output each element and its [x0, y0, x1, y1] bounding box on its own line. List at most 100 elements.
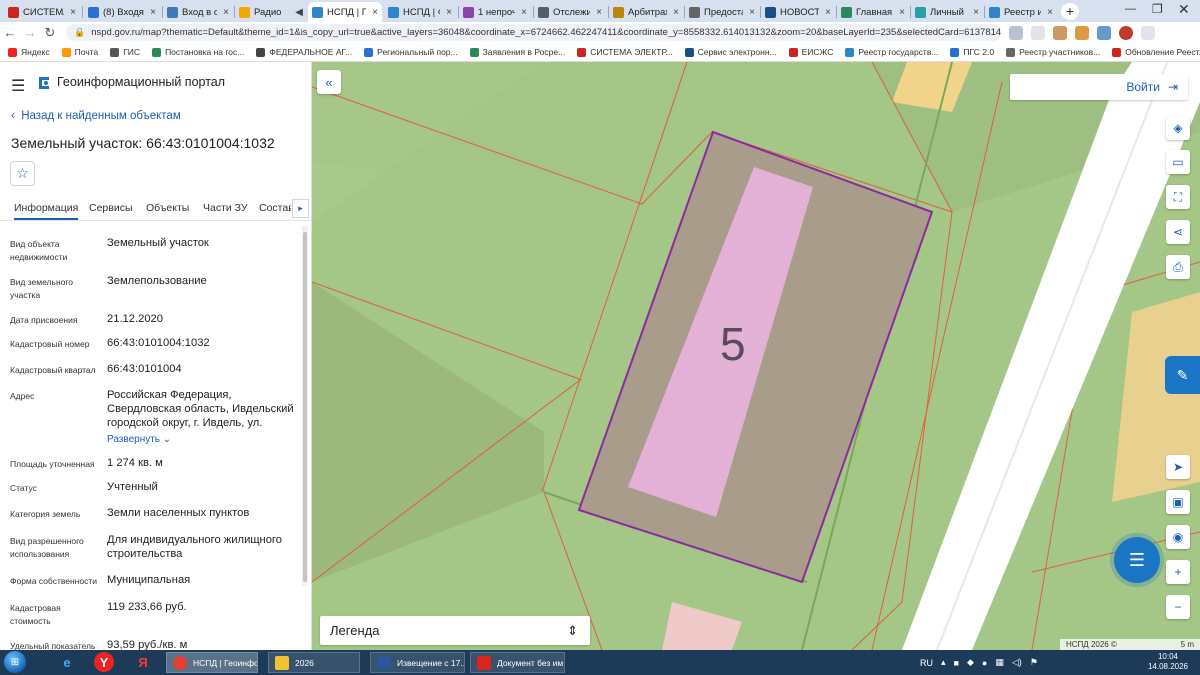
menu-dots-icon[interactable]: [1141, 25, 1155, 40]
bookmark-item[interactable]: Обновление Реест...: [1112, 47, 1200, 57]
new-tab-button[interactable]: +: [1061, 3, 1079, 20]
favorite-button[interactable]: ☆: [10, 161, 35, 186]
browser-tab[interactable]: Радио ◀: [235, 2, 307, 22]
bookmark-item[interactable]: Сервис электронн...: [684, 47, 777, 57]
taskbar-clock[interactable]: 10:04 14.08.2026: [1140, 652, 1196, 672]
minimize-icon[interactable]: —: [1125, 3, 1136, 15]
bookmark-item[interactable]: Реестр государств...: [845, 47, 938, 57]
tray-app-icon[interactable]: ●: [982, 658, 987, 668]
tabs-scroll-right-button[interactable]: ▸: [292, 199, 309, 218]
bookmark-item[interactable]: ПГС 2.0: [950, 47, 994, 57]
zoom-out-button[interactable]: −: [1166, 595, 1190, 619]
tray-app-icon[interactable]: ■: [954, 658, 959, 668]
locate-button[interactable]: ➤: [1166, 455, 1190, 479]
start-button[interactable]: ⊞: [4, 651, 26, 673]
reload-icon[interactable]: ↻: [40, 25, 60, 41]
browser-tab[interactable]: Отслежи ×: [534, 2, 606, 22]
maximize-icon[interactable]: ❐: [1152, 2, 1163, 16]
print-button[interactable]: ⎙: [1166, 255, 1190, 279]
volume-icon[interactable]: ◁): [1012, 657, 1022, 668]
mute-icon[interactable]: ◀: [293, 7, 303, 18]
bookmark-item[interactable]: Реестр участников...: [1006, 47, 1100, 57]
chat-button[interactable]: ☰: [1114, 537, 1160, 583]
tab-information[interactable]: Информация: [14, 202, 79, 220]
measure-button[interactable]: ▭: [1166, 150, 1190, 174]
tab-composition[interactable]: Состав: [259, 202, 291, 214]
bookmark-item[interactable]: Яндекс: [8, 47, 50, 57]
taskbar-task-document[interactable]: Документ без им...: [470, 652, 565, 673]
browser-tab[interactable]: 1 непрочи×: [459, 2, 531, 22]
map-canvas[interactable]: 5: [312, 62, 1200, 650]
tab-parts[interactable]: Части ЗУ: [203, 202, 248, 214]
side-widget-button[interactable]: ✎: [1165, 356, 1200, 394]
extension-icon[interactable]: [1075, 25, 1089, 40]
browser-tab[interactable]: (8) Входящ×: [84, 2, 160, 22]
login-button[interactable]: Войти ⇥: [1010, 74, 1188, 100]
extension-icon[interactable]: [1097, 25, 1111, 40]
url-field[interactable]: 🔒 nspd.gov.ru/map?thematic=Default&theme_…: [66, 24, 1001, 41]
basemap-button[interactable]: ▣: [1166, 490, 1190, 514]
browser-tab[interactable]: Личный к ×: [911, 2, 983, 22]
tab-objects[interactable]: Объекты: [146, 202, 189, 214]
internet-explorer-icon[interactable]: e: [56, 652, 78, 673]
bookmark-star-icon[interactable]: [1031, 25, 1045, 40]
close-icon[interactable]: ×: [370, 7, 378, 18]
select-area-button[interactable]: ⛶: [1166, 185, 1190, 209]
bookmark-item[interactable]: Заявления в Росре...: [469, 47, 565, 57]
browser-tab[interactable]: Реестр из×: [985, 2, 1057, 22]
yandex-browser-icon[interactable]: Y: [94, 652, 114, 672]
tray-app-icon[interactable]: ◆: [967, 657, 974, 668]
zoom-in-button[interactable]: +: [1166, 560, 1190, 584]
legend-dropdown[interactable]: Легенда ⇕: [320, 616, 590, 645]
close-icon[interactable]: ×: [823, 7, 831, 18]
browser-tab-active[interactable]: НСПД | Ге×: [308, 2, 382, 22]
bookmark-item[interactable]: ФЕДЕРАЛЬНОЕ АГ...: [256, 47, 352, 57]
browser-tab[interactable]: Арбитраж×: [609, 2, 683, 22]
expand-address-link[interactable]: Развернуть ⌄: [107, 433, 297, 447]
bookmark-item[interactable]: Почта: [61, 47, 98, 57]
bookmark-item[interactable]: ЕИСЖС: [788, 47, 833, 57]
language-indicator[interactable]: RU: [920, 658, 933, 668]
close-icon[interactable]: ×: [1045, 7, 1053, 18]
bookmark-item[interactable]: ГИС: [110, 47, 140, 57]
network-icon[interactable]: ▦: [995, 657, 1004, 668]
close-icon[interactable]: ×: [971, 7, 979, 18]
browser-tab[interactable]: Предоста ×: [685, 2, 759, 22]
pin-button[interactable]: ◉: [1166, 525, 1190, 549]
show-hidden-icons-icon[interactable]: ▴: [941, 657, 946, 668]
extension-icon[interactable]: [1053, 25, 1067, 40]
close-icon[interactable]: ×: [444, 7, 452, 18]
browser-tab[interactable]: Главная с×: [837, 2, 909, 22]
share-button[interactable]: ⋖: [1166, 220, 1190, 244]
bookmark-item[interactable]: Постановка на гос...: [152, 47, 244, 57]
profile-icon[interactable]: [1119, 25, 1133, 40]
close-icon[interactable]: ×: [221, 7, 229, 18]
tab-services[interactable]: Сервисы: [89, 202, 133, 214]
layers-button[interactable]: ◈: [1166, 116, 1190, 140]
browser-tab[interactable]: СИСТЕМА×: [4, 2, 80, 22]
extension-icon[interactable]: [1009, 25, 1023, 40]
close-icon[interactable]: ×: [68, 7, 76, 18]
browser-tab[interactable]: НОВОСТИ×: [761, 2, 835, 22]
hamburger-menu-icon[interactable]: ☰: [11, 76, 25, 96]
collapse-panel-button[interactable]: «: [317, 70, 341, 94]
flag-icon[interactable]: ⚑: [1030, 657, 1038, 668]
taskbar-task-folder[interactable]: 2026: [268, 652, 360, 673]
yandex-icon[interactable]: Я: [132, 652, 154, 673]
taskbar-task-word[interactable]: Извещение с 17....: [370, 652, 465, 673]
close-icon[interactable]: ×: [747, 7, 755, 18]
bookmark-item[interactable]: Региональный пор...: [364, 47, 458, 57]
panel-scrollbar-thumb[interactable]: [303, 232, 307, 582]
browser-tab[interactable]: Вход в сис×: [163, 2, 233, 22]
browser-tab[interactable]: НСПД | Ф×: [384, 2, 456, 22]
taskbar-task-browser[interactable]: НСПД | Геоинфо...: [166, 652, 258, 673]
back-to-results-link[interactable]: ‹ Назад к найденным объектам: [11, 110, 181, 122]
back-icon[interactable]: ←: [0, 25, 20, 40]
window-close-icon[interactable]: ✕: [1178, 1, 1190, 18]
close-icon[interactable]: ×: [148, 7, 156, 18]
close-icon[interactable]: ×: [897, 7, 905, 18]
bookmark-item[interactable]: СИСТЕМА ЭЛЕКТР...: [577, 47, 673, 57]
close-icon[interactable]: ×: [519, 7, 527, 18]
close-icon[interactable]: ×: [594, 7, 602, 18]
close-icon[interactable]: ×: [671, 7, 679, 18]
